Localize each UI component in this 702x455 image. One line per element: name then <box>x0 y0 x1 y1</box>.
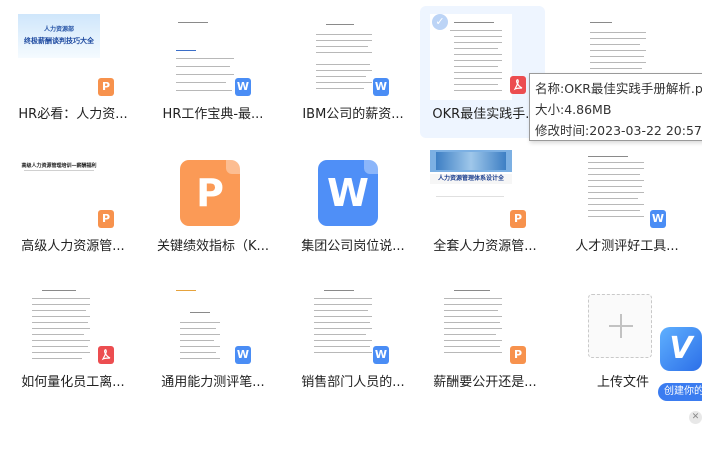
tooltip-modified: 修改时间:2023-03-22 20:57 <box>535 123 702 138</box>
tooltip-name: 名称:OKR最佳实践手册解析.pdf <box>535 81 702 96</box>
file-tile[interactable]: 人力资源部 终极薪酬谈判技巧大全 P HR必看：人力资... <box>8 6 130 138</box>
file-name: 集团公司岗位说... <box>301 239 405 254</box>
file-thumbnail <box>298 282 380 368</box>
file-tile[interactable]: W IBM公司的薪资... <box>288 6 410 138</box>
file-tile[interactable]: 高级人力资源管理培训—薪酬福利 P 高级人力资源管... <box>8 138 130 270</box>
close-icon[interactable]: ✕ <box>689 411 702 424</box>
file-tile[interactable]: W HR工作宝典-最... <box>148 6 270 138</box>
file-thumbnail <box>572 146 654 232</box>
word-file-icon: W <box>318 160 378 226</box>
promo-button[interactable]: 创建你的 <box>658 383 702 401</box>
file-tile[interactable]: 人力资源管理体系设计全 P 全套人力资源管... <box>420 138 545 270</box>
upload-tile[interactable]: 上传文件 <box>582 284 662 416</box>
file-name: HR必看：人力资... <box>18 107 128 122</box>
word-badge-icon: W <box>235 78 251 96</box>
upload-button[interactable] <box>588 294 652 358</box>
promo-logo-icon[interactable]: V <box>660 327 702 371</box>
ppt-badge-icon: P <box>510 210 526 228</box>
tooltip-size: 大小:4.86MB <box>535 102 612 117</box>
file-name: 高级人力资源管... <box>21 239 125 254</box>
pdf-glyph-icon <box>101 349 111 361</box>
file-thumbnail: 高级人力资源管理培训—薪酬福利 <box>18 146 100 232</box>
file-name: 关键绩效指标（K... <box>157 239 269 254</box>
ppt-file-icon: P <box>180 160 240 226</box>
file-thumbnail <box>430 282 512 368</box>
file-info-tooltip: 名称:OKR最佳实践手册解析.pdf 大小:4.86MB 修改时间:2023-0… <box>529 73 702 141</box>
word-badge-icon: W <box>650 210 666 228</box>
word-letter: W <box>327 171 369 215</box>
file-thumbnail: 人力资源管理体系设计全 <box>430 146 512 232</box>
file-thumbnail <box>298 14 380 100</box>
file-name: 全套人力资源管... <box>433 239 537 254</box>
word-badge-icon: W <box>373 346 389 364</box>
pdf-glyph-icon <box>513 79 523 91</box>
file-thumbnail <box>158 282 240 368</box>
file-tile[interactable]: 如何量化员工离... <box>8 274 130 406</box>
file-tile[interactable]: P 关键绩效指标（K... <box>148 138 270 270</box>
file-name: 人才测评好工具... <box>575 239 679 254</box>
pdf-badge-icon <box>510 76 526 94</box>
cover-title: 高级人力资源管理培训—薪酬福利 <box>21 163 97 169</box>
ppt-badge-icon: P <box>98 78 114 96</box>
file-tile[interactable]: P 薪酬要公开还是... <box>420 274 545 406</box>
promo-widget[interactable]: V 创建你的 <box>652 325 702 401</box>
cover-caption: 人力资源管理体系设计全 <box>430 174 512 184</box>
cover-image: 人力资源管理体系设计全 <box>430 146 512 232</box>
page-fold <box>226 160 240 174</box>
file-thumbnail: 人力资源部 终极薪酬谈判技巧大全 <box>18 14 100 100</box>
ppt-badge-icon: P <box>98 210 114 228</box>
file-thumbnail <box>18 282 100 368</box>
cover-subtitle: 终极薪酬谈判技巧大全 <box>24 37 94 45</box>
plus-icon-vertical <box>620 314 622 338</box>
file-name: 薪酬要公开还是... <box>433 375 537 390</box>
word-badge-icon: W <box>235 346 251 364</box>
file-name: 通用能力测评笔... <box>161 375 265 390</box>
file-grid: 人力资源部 终极薪酬谈判技巧大全 P HR必看：人力资... W HR工作宝典-… <box>0 0 702 455</box>
page-fold <box>364 160 378 174</box>
file-tile[interactable]: W 人才测评好工具... <box>556 138 679 270</box>
file-tile[interactable]: W 集团公司岗位说... <box>288 138 410 270</box>
ppt-letter: P <box>196 171 224 215</box>
file-thumbnail <box>158 14 240 100</box>
file-tile-selected[interactable]: ✓ OKR最佳实践手... <box>420 6 545 138</box>
cover-title: 人力资源部 <box>43 26 74 33</box>
file-tile[interactable]: W 通用能力测评笔... <box>148 274 270 406</box>
selected-check-icon[interactable]: ✓ <box>432 14 448 30</box>
pdf-badge-icon <box>98 346 114 364</box>
cover-image: 人力资源部 终极薪酬谈判技巧大全 <box>18 14 100 58</box>
file-name: HR工作宝典-最... <box>162 107 264 122</box>
file-name: 销售部门人员的... <box>301 375 405 390</box>
file-tile[interactable]: W 销售部门人员的... <box>288 274 410 406</box>
word-badge-icon: W <box>373 78 389 96</box>
ppt-badge-icon: P <box>510 346 526 364</box>
file-name: IBM公司的薪资... <box>302 107 404 122</box>
file-name: 如何量化员工离... <box>21 375 125 390</box>
